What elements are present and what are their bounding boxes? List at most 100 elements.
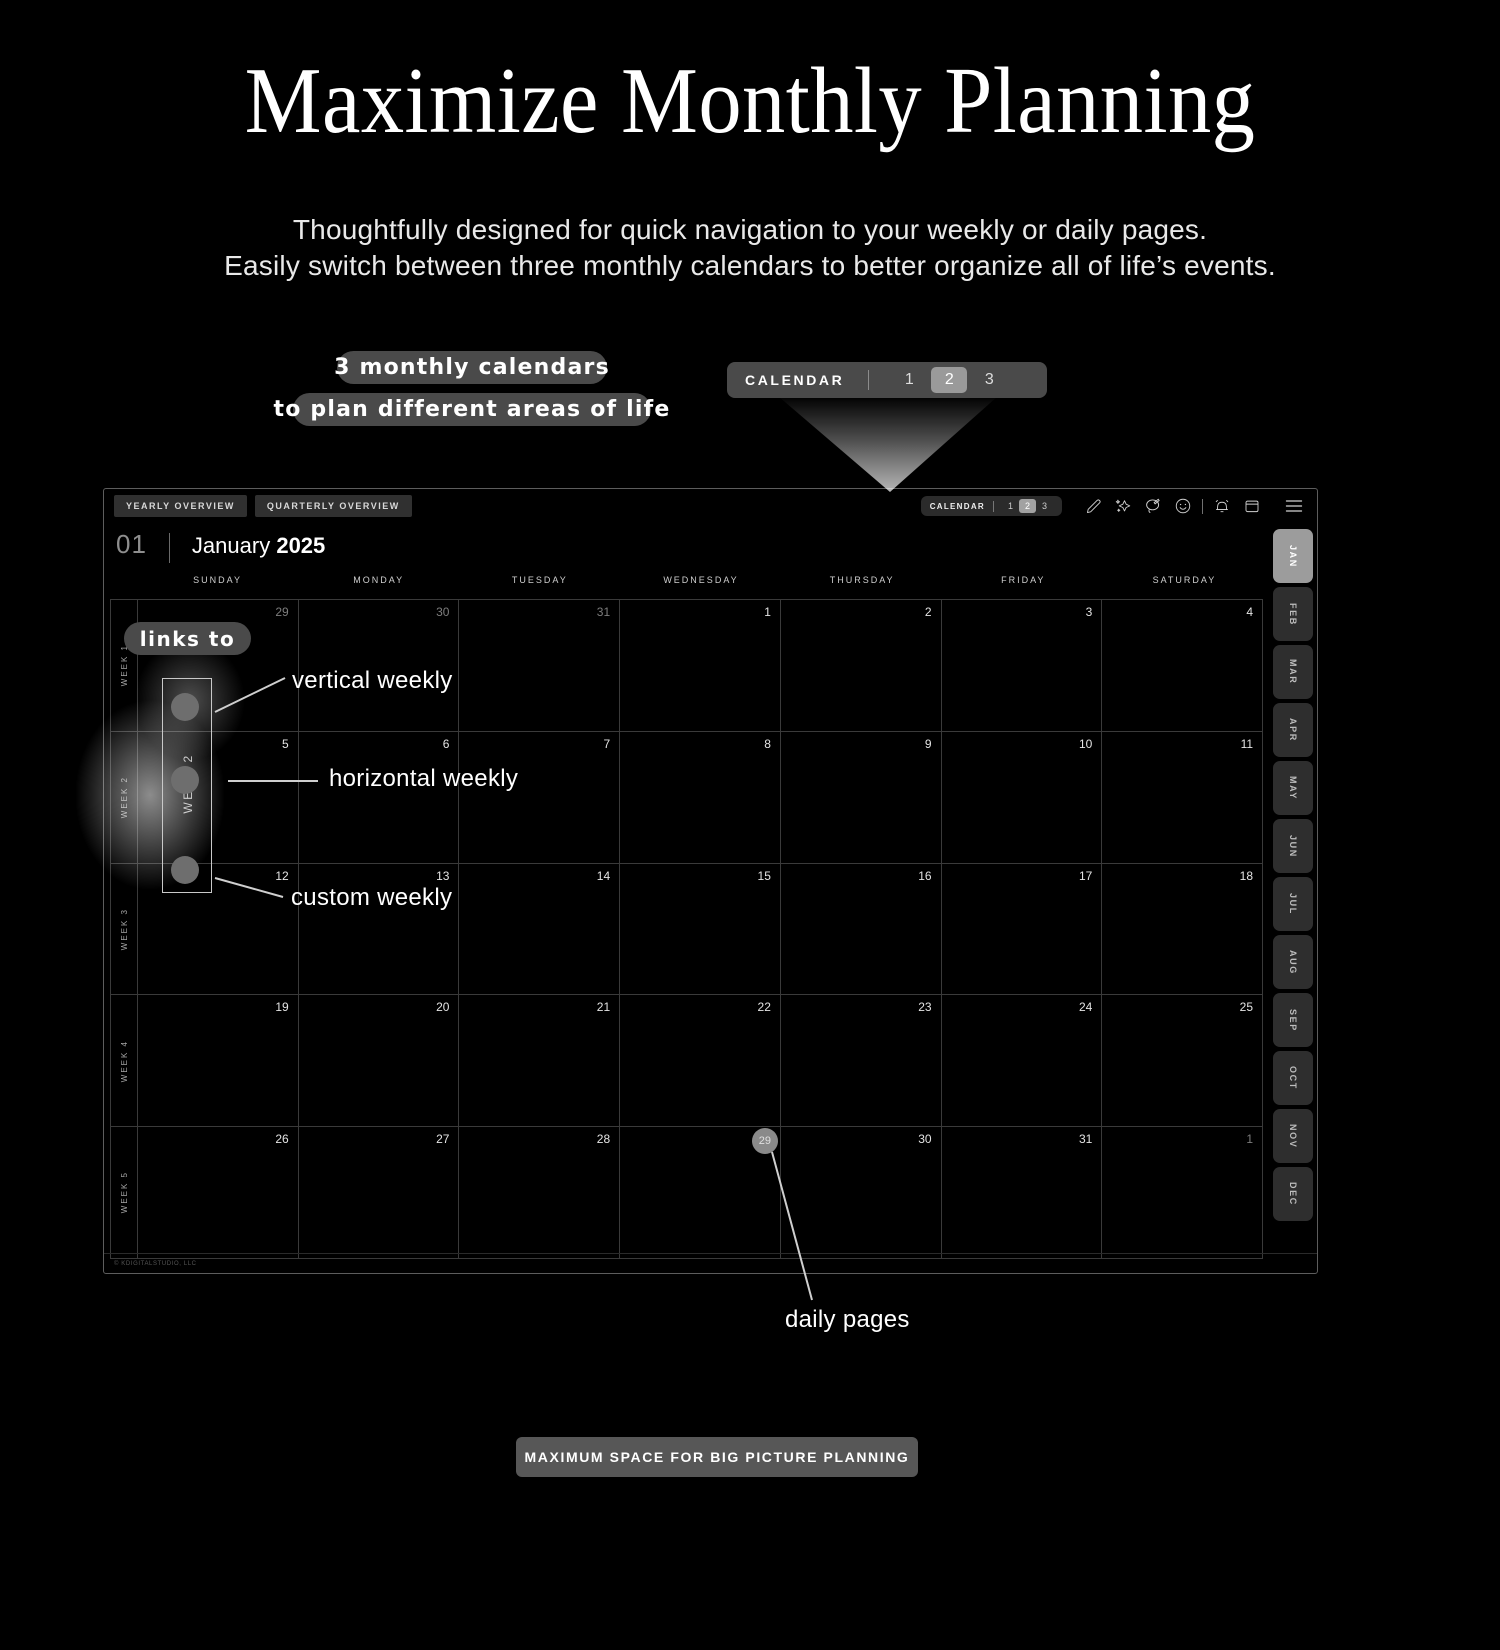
week-label-4[interactable]: WEEK 4 bbox=[111, 995, 138, 1127]
day-cell[interactable]: 3 bbox=[942, 600, 1103, 731]
day-number[interactable]: 29 bbox=[275, 605, 288, 619]
day-number[interactable]: 24 bbox=[1079, 1000, 1092, 1014]
day-number[interactable]: 27 bbox=[436, 1132, 449, 1146]
day-cell[interactable]: 27 bbox=[299, 1127, 460, 1258]
day-number[interactable]: 8 bbox=[764, 737, 771, 751]
month-tab-jul[interactable]: JUL bbox=[1273, 877, 1313, 931]
quarterly-overview-button[interactable]: QUARTERLY OVERVIEW bbox=[254, 495, 412, 517]
day-cell[interactable]: 1 bbox=[620, 600, 781, 731]
yearly-overview-button[interactable]: YEARLY OVERVIEW bbox=[114, 495, 247, 517]
day-cell[interactable]: 22 bbox=[620, 995, 781, 1127]
week-label-5[interactable]: WEEK 5 bbox=[111, 1127, 138, 1258]
day-number[interactable]: 18 bbox=[1240, 869, 1253, 883]
day-cell[interactable]: 13 bbox=[299, 863, 460, 995]
day-number[interactable]: 1 bbox=[764, 605, 771, 619]
day-number[interactable]: 13 bbox=[436, 869, 449, 883]
day-number[interactable]: 2 bbox=[925, 605, 932, 619]
month-tab-dec[interactable]: DEC bbox=[1273, 1167, 1313, 1221]
sparkle-icon[interactable] bbox=[1108, 489, 1138, 523]
day-cell[interactable]: 8 bbox=[620, 731, 781, 863]
day-cell[interactable]: 10 bbox=[942, 731, 1103, 863]
pen-icon[interactable] bbox=[1078, 489, 1108, 523]
day-number[interactable]: 7 bbox=[603, 737, 610, 751]
bell-icon[interactable] bbox=[1207, 489, 1237, 523]
month-tab-mar[interactable]: MAR bbox=[1273, 645, 1313, 699]
month-tab-jun[interactable]: JUN bbox=[1273, 819, 1313, 873]
day-cell[interactable]: 29 bbox=[620, 1127, 781, 1258]
day-cell[interactable]: 17 bbox=[942, 863, 1103, 995]
day-number[interactable]: 11 bbox=[1241, 737, 1253, 751]
day-number[interactable]: 9 bbox=[925, 737, 932, 751]
day-cell[interactable]: 15 bbox=[620, 863, 781, 995]
month-tab-sep[interactable]: SEP bbox=[1273, 993, 1313, 1047]
day-cell[interactable]: 29 bbox=[138, 600, 299, 731]
month-tab-oct[interactable]: OCT bbox=[1273, 1051, 1313, 1105]
day-number[interactable]: 30 bbox=[436, 605, 449, 619]
day-cell[interactable]: 11 bbox=[1102, 731, 1264, 863]
week-label-3[interactable]: WEEK 3 bbox=[111, 863, 138, 995]
day-number[interactable]: 1 bbox=[1246, 1132, 1253, 1146]
menu-icon[interactable] bbox=[1279, 489, 1309, 523]
day-number[interactable]: 30 bbox=[918, 1132, 931, 1146]
calendar-selector[interactable]: CALENDAR 1 2 3 bbox=[727, 362, 1047, 398]
day-number[interactable]: 17 bbox=[1079, 869, 1092, 883]
day-cell[interactable]: 4 bbox=[1102, 600, 1264, 731]
calendar-icon[interactable] bbox=[1237, 489, 1267, 523]
calendar-selector-inapp[interactable]: CALENDAR 1 2 3 bbox=[920, 496, 1062, 516]
month-tab-feb[interactable]: FEB bbox=[1273, 587, 1313, 641]
day-cell[interactable]: 26 bbox=[138, 1127, 299, 1258]
day-number[interactable]: 19 bbox=[275, 1000, 288, 1014]
day-cell[interactable]: 1 bbox=[1102, 1127, 1264, 1258]
month-tab-may[interactable]: MAY bbox=[1273, 761, 1313, 815]
day-number[interactable]: 28 bbox=[597, 1132, 610, 1146]
day-cell[interactable]: 20 bbox=[299, 995, 460, 1127]
day-cell[interactable]: 9 bbox=[781, 731, 942, 863]
day-cell[interactable]: 2 bbox=[781, 600, 942, 731]
day-number[interactable]: 14 bbox=[597, 869, 610, 883]
day-number[interactable]: 3 bbox=[1086, 605, 1093, 619]
day-number-selected[interactable]: 29 bbox=[751, 1128, 778, 1155]
day-number[interactable]: 12 bbox=[275, 869, 288, 883]
week-label-1[interactable]: WEEK 1 bbox=[111, 600, 138, 731]
day-number[interactable]: 22 bbox=[758, 1000, 771, 1014]
day-number[interactable]: 31 bbox=[1079, 1132, 1092, 1146]
month-tab-nov[interactable]: NOV bbox=[1273, 1109, 1313, 1163]
day-cell[interactable]: 5 bbox=[138, 731, 299, 863]
day-cell[interactable]: 21 bbox=[459, 995, 621, 1127]
day-number[interactable]: 20 bbox=[436, 1000, 449, 1014]
day-cell[interactable]: 31 bbox=[942, 1127, 1103, 1258]
calendar-inapp-option-1[interactable]: 1 bbox=[1002, 499, 1019, 513]
day-cell[interactable]: 24 bbox=[942, 995, 1103, 1127]
day-number[interactable]: 23 bbox=[918, 1000, 931, 1014]
day-cell[interactable]: 30 bbox=[299, 600, 460, 731]
day-cell[interactable]: 31 bbox=[459, 600, 621, 731]
day-cell[interactable]: 23 bbox=[781, 995, 942, 1127]
month-tab-jan[interactable]: JAN bbox=[1273, 529, 1313, 583]
day-number[interactable]: 16 bbox=[918, 869, 931, 883]
day-number[interactable]: 26 bbox=[275, 1132, 288, 1146]
month-tab-apr[interactable]: APR bbox=[1273, 703, 1313, 757]
day-number[interactable]: 21 bbox=[597, 1000, 610, 1014]
day-cell[interactable]: 12 bbox=[138, 863, 299, 995]
day-number[interactable]: 31 bbox=[597, 605, 610, 619]
calendar-inapp-option-2[interactable]: 2 bbox=[1019, 499, 1036, 513]
calendar-option-1[interactable]: 1 bbox=[891, 367, 927, 393]
month-tab-aug[interactable]: AUG bbox=[1273, 935, 1313, 989]
week-label-2[interactable]: WEEK 2 bbox=[111, 731, 138, 863]
day-number[interactable]: 6 bbox=[443, 737, 450, 751]
day-cell[interactable]: 19 bbox=[138, 995, 299, 1127]
day-cell[interactable]: 30 bbox=[781, 1127, 942, 1258]
lasso-icon[interactable] bbox=[1138, 489, 1168, 523]
day-number[interactable]: 5 bbox=[282, 737, 289, 751]
calendar-inapp-option-3[interactable]: 3 bbox=[1036, 499, 1053, 513]
day-number[interactable]: 4 bbox=[1246, 605, 1253, 619]
day-cell[interactable]: 7 bbox=[459, 731, 621, 863]
day-number[interactable]: 15 bbox=[758, 869, 771, 883]
day-cell[interactable]: 6 bbox=[299, 731, 460, 863]
day-cell[interactable]: 16 bbox=[781, 863, 942, 995]
smiley-icon[interactable] bbox=[1168, 489, 1198, 523]
day-cell[interactable]: 18 bbox=[1102, 863, 1264, 995]
day-cell[interactable]: 25 bbox=[1102, 995, 1264, 1127]
day-cell[interactable]: 14 bbox=[459, 863, 621, 995]
calendar-option-2[interactable]: 2 bbox=[931, 367, 968, 393]
